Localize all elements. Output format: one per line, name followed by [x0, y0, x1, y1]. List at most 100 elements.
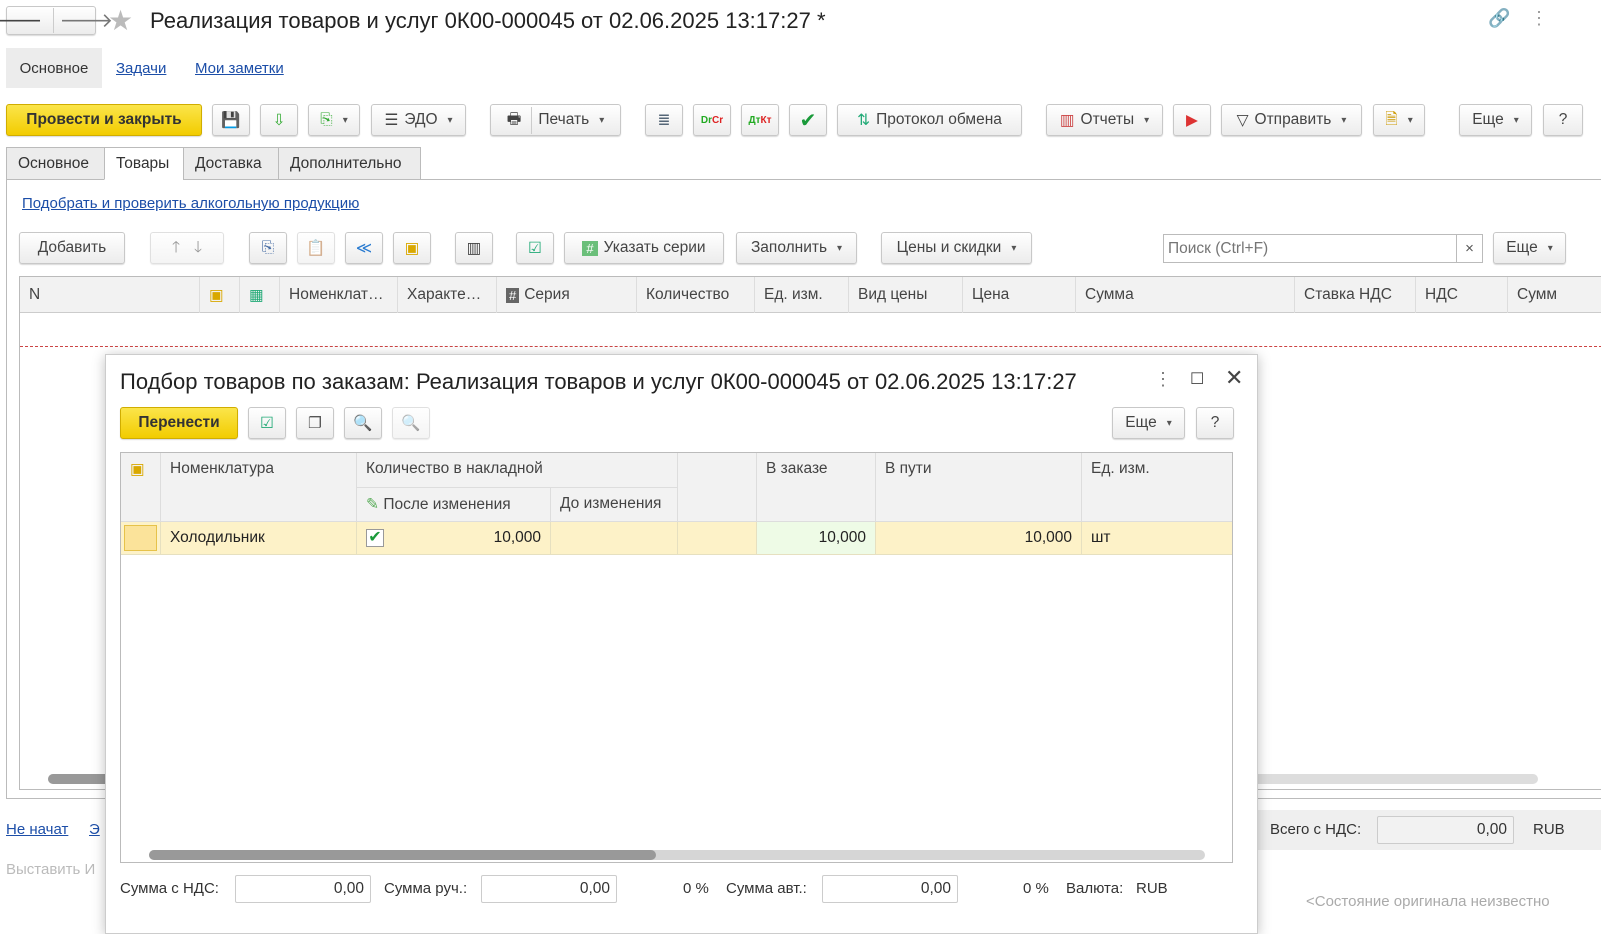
- status-link[interactable]: Не начат: [6, 821, 68, 838]
- post-button[interactable]: ⇩: [260, 104, 298, 136]
- split-row-button[interactable]: ≪: [345, 232, 383, 264]
- edo-button[interactable]: ☰ ЭДО: [371, 104, 466, 136]
- cell-after-value: 10,000: [493, 529, 541, 546]
- forward-arrow-icon[interactable]: 🡒: [60, 8, 114, 33]
- cell-before-change[interactable]: [551, 522, 678, 554]
- tab-additional[interactable]: Дополнительно: [278, 147, 421, 180]
- nav-link-main[interactable]: Основное: [6, 48, 102, 88]
- col-unit[interactable]: Ед. изм.: [755, 277, 849, 313]
- auto-sum-field[interactable]: 0,00: [822, 875, 958, 903]
- bitrix-button[interactable]: ▶: [1173, 104, 1211, 136]
- col-price-type[interactable]: Вид цены: [849, 277, 963, 313]
- move-buttons[interactable]: 🡑 🡓: [150, 232, 224, 264]
- manual-sum-field[interactable]: 0,00: [481, 875, 617, 903]
- favorite-star-icon[interactable]: ★: [108, 4, 133, 37]
- col-in-transit[interactable]: В пути: [876, 453, 1082, 522]
- col-before-change[interactable]: До изменения: [551, 488, 678, 522]
- col-vat-rate[interactable]: Ставка НДС: [1295, 277, 1416, 313]
- tab-delivery[interactable]: Доставка: [183, 147, 279, 180]
- paste-button[interactable]: 📋: [297, 232, 335, 264]
- col-in-order[interactable]: В заказе: [757, 453, 876, 522]
- arrow-down-icon[interactable]: 🡓: [194, 235, 202, 262]
- pick-button[interactable]: ▣: [393, 232, 431, 264]
- clear-search-button[interactable]: ×: [1456, 234, 1483, 263]
- col-marking-icon[interactable]: ▦: [240, 277, 280, 313]
- cancel-search-button[interactable]: 🔍: [392, 407, 430, 439]
- sum-vat-field[interactable]: 0,00: [235, 875, 371, 903]
- col-nomenclature[interactable]: Номенклат…: [280, 277, 398, 313]
- check-button[interactable]: ✔: [789, 104, 827, 136]
- nav-link-notes[interactable]: Мои заметки: [195, 60, 284, 77]
- cell-after-change[interactable]: ✔ 10,000: [357, 522, 551, 554]
- help-button[interactable]: ?: [1543, 104, 1583, 136]
- specify-series-button[interactable]: # Указать серии: [564, 232, 724, 264]
- close-icon[interactable]: ✕: [1225, 365, 1243, 391]
- col-nomenclature[interactable]: Номенклатура: [161, 453, 357, 522]
- row-selector[interactable]: [124, 525, 157, 551]
- dt-kt-button[interactable]: ДтКт: [741, 104, 779, 136]
- back-arrow-icon[interactable]: 🡐: [0, 8, 54, 33]
- dialog-help-button[interactable]: ?: [1196, 407, 1234, 439]
- dialog-more-button[interactable]: Еще: [1112, 407, 1185, 439]
- cell-in-transit[interactable]: 10,000: [876, 522, 1082, 554]
- link-icon[interactable]: 🔗: [1488, 8, 1510, 29]
- arrow-up-icon[interactable]: 🡑: [172, 235, 180, 262]
- more-vert-icon[interactable]: ⋮: [1530, 8, 1548, 29]
- col-characteristic[interactable]: Характе…: [398, 277, 497, 313]
- send-button[interactable]: ▽ Отправить: [1221, 104, 1362, 136]
- dr-cr-button[interactable]: DrCr: [693, 104, 731, 136]
- create-based-button[interactable]: ⎘: [308, 104, 360, 136]
- find-button[interactable]: 🔍: [344, 407, 382, 439]
- original-state-link[interactable]: <Состояние оригинала неизвестно: [1306, 893, 1550, 910]
- col-pick-icon[interactable]: ▣: [121, 453, 161, 522]
- selection-table[interactable]: ▣ Номенклатура Количество в накладной ✎ …: [120, 452, 1233, 863]
- cell-nomenclature[interactable]: Холодильник: [161, 522, 357, 554]
- status-link-2[interactable]: Э: [89, 821, 100, 838]
- search-input[interactable]: [1163, 234, 1457, 263]
- print-label: Печать: [538, 111, 590, 128]
- uncheck-all-button[interactable]: ❐: [296, 407, 334, 439]
- total-field: 0,00: [1377, 816, 1514, 844]
- goods-more-button[interactable]: Еще: [1493, 232, 1566, 264]
- tab-goods[interactable]: Товары: [104, 147, 184, 180]
- cell-in-order[interactable]: 10,000: [757, 522, 876, 554]
- check-all-button[interactable]: ☑: [248, 407, 286, 439]
- col-n[interactable]: N: [20, 277, 200, 313]
- table-row[interactable]: Холодильник ✔ 10,000 10,000 10,000 шт: [121, 522, 1232, 555]
- scrollbar-thumb[interactable]: [149, 850, 656, 860]
- fill-button[interactable]: Заполнить: [736, 232, 857, 264]
- add-button[interactable]: Добавить: [19, 232, 125, 264]
- prices-discounts-button[interactable]: Цены и скидки: [881, 232, 1032, 264]
- cell-unit[interactable]: шт: [1082, 522, 1232, 554]
- col-sum-total[interactable]: Сумм: [1508, 277, 1601, 313]
- post-and-close-button[interactable]: Провести и закрыть: [6, 104, 202, 136]
- exchange-log-button[interactable]: ⇅ Протокол обмена: [837, 104, 1022, 136]
- more-button[interactable]: Еще: [1459, 104, 1532, 136]
- col-series[interactable]: # Серия: [497, 277, 637, 313]
- barcode-button[interactable]: ▥: [455, 232, 493, 264]
- save-button[interactable]: 💾: [212, 104, 250, 136]
- col-after-change[interactable]: ✎ После изменения: [357, 488, 551, 522]
- structure-button[interactable]: ≣: [645, 104, 683, 136]
- col-quantity[interactable]: Количество: [637, 277, 755, 313]
- nav-link-tasks[interactable]: Задачи: [116, 60, 166, 77]
- check-list-button[interactable]: ☑: [516, 232, 554, 264]
- dialog-more-icon[interactable]: ⋮: [1154, 369, 1172, 390]
- table-row-empty[interactable]: [20, 313, 1601, 347]
- dialog-horizontal-scrollbar[interactable]: [149, 850, 1205, 860]
- col-sum[interactable]: Сумма: [1076, 277, 1295, 313]
- invoice-link[interactable]: Выставить И: [6, 861, 95, 878]
- col-price[interactable]: Цена: [963, 277, 1076, 313]
- col-pick-icon[interactable]: ▣: [200, 277, 240, 313]
- col-vat[interactable]: НДС: [1416, 277, 1508, 313]
- copy-button[interactable]: ⎘: [249, 232, 287, 264]
- col-unit[interactable]: Ед. изм.: [1082, 453, 1232, 522]
- print-button[interactable]: 🖶 Печать: [490, 104, 621, 136]
- attachments-button[interactable]: 🗎: [1373, 104, 1425, 136]
- tab-main[interactable]: Основное: [6, 147, 105, 180]
- maximize-icon[interactable]: ☐: [1190, 369, 1204, 389]
- alcohol-selection-link[interactable]: Подобрать и проверить алкогольную продук…: [22, 195, 359, 212]
- transfer-button[interactable]: Перенести: [120, 407, 238, 439]
- row-checkbox[interactable]: ✔: [366, 529, 384, 547]
- reports-button[interactable]: ▥ Отчеты: [1046, 104, 1163, 136]
